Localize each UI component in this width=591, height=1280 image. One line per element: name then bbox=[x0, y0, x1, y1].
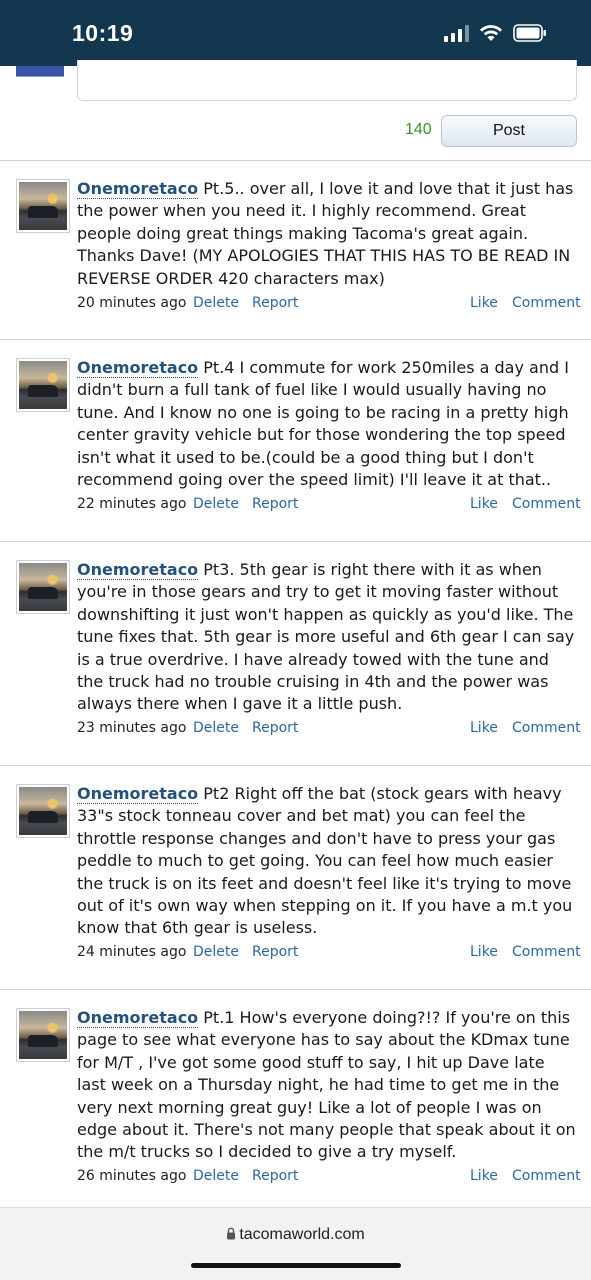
comment-text: Pt.1 How's everyone doing?!? If you're o… bbox=[77, 1008, 576, 1162]
report-link[interactable]: Report bbox=[252, 1168, 298, 1184]
report-link[interactable]: Report bbox=[252, 295, 298, 311]
browser-address-bar[interactable]: tacomaworld.com bbox=[0, 1207, 591, 1280]
comment-author-link[interactable]: Onemoretaco bbox=[77, 1008, 199, 1028]
comment-body: Onemoretaco Pt.4 I commute for work 250m… bbox=[77, 357, 577, 491]
user-avatar-partial bbox=[16, 66, 64, 77]
avatar[interactable] bbox=[16, 179, 70, 233]
comment-timestamp: 20 minutes ago bbox=[77, 295, 187, 311]
report-link[interactable]: Report bbox=[252, 944, 298, 960]
like-link[interactable]: Like bbox=[470, 944, 498, 960]
comment-link[interactable]: Comment bbox=[512, 295, 581, 311]
delete-link[interactable]: Delete bbox=[193, 496, 239, 512]
avatar[interactable] bbox=[16, 560, 70, 614]
like-link[interactable]: Like bbox=[470, 1168, 498, 1184]
report-link[interactable]: Report bbox=[252, 720, 298, 736]
delete-link[interactable]: Delete bbox=[193, 295, 239, 311]
comment-author-link[interactable]: Onemoretaco bbox=[77, 784, 199, 804]
url-display[interactable]: tacomaworld.com bbox=[0, 1226, 591, 1245]
comment-timestamp: 22 minutes ago bbox=[77, 496, 187, 512]
comment-timestamp: 23 minutes ago bbox=[77, 720, 187, 736]
comment-item: Onemoretaco Pt.4 I commute for work 250m… bbox=[0, 339, 591, 543]
comment-text: Pt2 Right off the bat (stock gears with … bbox=[77, 784, 573, 938]
comment-timestamp: 24 minutes ago bbox=[77, 944, 187, 960]
comment-link[interactable]: Comment bbox=[512, 1168, 581, 1184]
lock-icon bbox=[226, 1227, 236, 1245]
post-button[interactable]: Post bbox=[441, 115, 577, 147]
comment-item: Onemoretaco Pt3. 5th gear is right there… bbox=[0, 541, 591, 767]
comment-meta: 20 minutes ago Delete Report Like Commen… bbox=[77, 295, 581, 315]
battery-icon bbox=[513, 24, 547, 42]
comment-body: Onemoretaco Pt.5.. over all, I love it a… bbox=[77, 178, 577, 290]
url-text: tacomaworld.com bbox=[239, 1226, 365, 1243]
comment-author-link[interactable]: Onemoretaco bbox=[77, 358, 199, 378]
avatar[interactable] bbox=[16, 784, 70, 838]
comment-input[interactable] bbox=[77, 60, 577, 101]
character-counter: 140 bbox=[405, 121, 432, 138]
comment-text: Pt3. 5th gear is right there with it as … bbox=[77, 560, 575, 714]
comment-link[interactable]: Comment bbox=[512, 720, 581, 736]
home-indicator[interactable] bbox=[191, 1263, 401, 1268]
wifi-icon bbox=[479, 24, 503, 42]
comment-meta: 24 minutes ago Delete Report Like Commen… bbox=[77, 944, 581, 964]
comment-timestamp: 26 minutes ago bbox=[77, 1168, 187, 1184]
status-time: 10:19 bbox=[72, 20, 134, 46]
comment-meta: 26 minutes ago Delete Report Like Commen… bbox=[77, 1168, 581, 1188]
cellular-signal-icon bbox=[444, 24, 469, 42]
comment-author-link[interactable]: Onemoretaco bbox=[77, 179, 199, 199]
comment-body: Onemoretaco Pt3. 5th gear is right there… bbox=[77, 559, 577, 716]
comment-link[interactable]: Comment bbox=[512, 496, 581, 512]
delete-link[interactable]: Delete bbox=[193, 720, 239, 736]
comment-item: Onemoretaco Pt2 Right off the bat (stock… bbox=[0, 765, 591, 991]
comment-meta: 23 minutes ago Delete Report Like Commen… bbox=[77, 720, 581, 740]
comment-item: Onemoretaco Pt.5.. over all, I love it a… bbox=[0, 160, 591, 341]
comment-composer: 140 Post bbox=[0, 60, 591, 162]
comment-item: Onemoretaco Pt.1 How's everyone doing?!?… bbox=[0, 989, 591, 1208]
comment-author-link[interactable]: Onemoretaco bbox=[77, 560, 199, 580]
delete-link[interactable]: Delete bbox=[193, 1168, 239, 1184]
avatar[interactable] bbox=[16, 358, 70, 412]
like-link[interactable]: Like bbox=[470, 720, 498, 736]
like-link[interactable]: Like bbox=[470, 295, 498, 311]
status-bar: 10:19 bbox=[0, 0, 591, 66]
status-icons bbox=[444, 24, 547, 42]
avatar[interactable] bbox=[16, 1008, 70, 1062]
comment-meta: 22 minutes ago Delete Report Like Commen… bbox=[77, 496, 581, 516]
comment-body: Onemoretaco Pt.1 How's everyone doing?!?… bbox=[77, 1007, 577, 1164]
report-link[interactable]: Report bbox=[252, 496, 298, 512]
comment-body: Onemoretaco Pt2 Right off the bat (stock… bbox=[77, 783, 577, 940]
comment-link[interactable]: Comment bbox=[512, 944, 581, 960]
like-link[interactable]: Like bbox=[470, 496, 498, 512]
delete-link[interactable]: Delete bbox=[193, 944, 239, 960]
